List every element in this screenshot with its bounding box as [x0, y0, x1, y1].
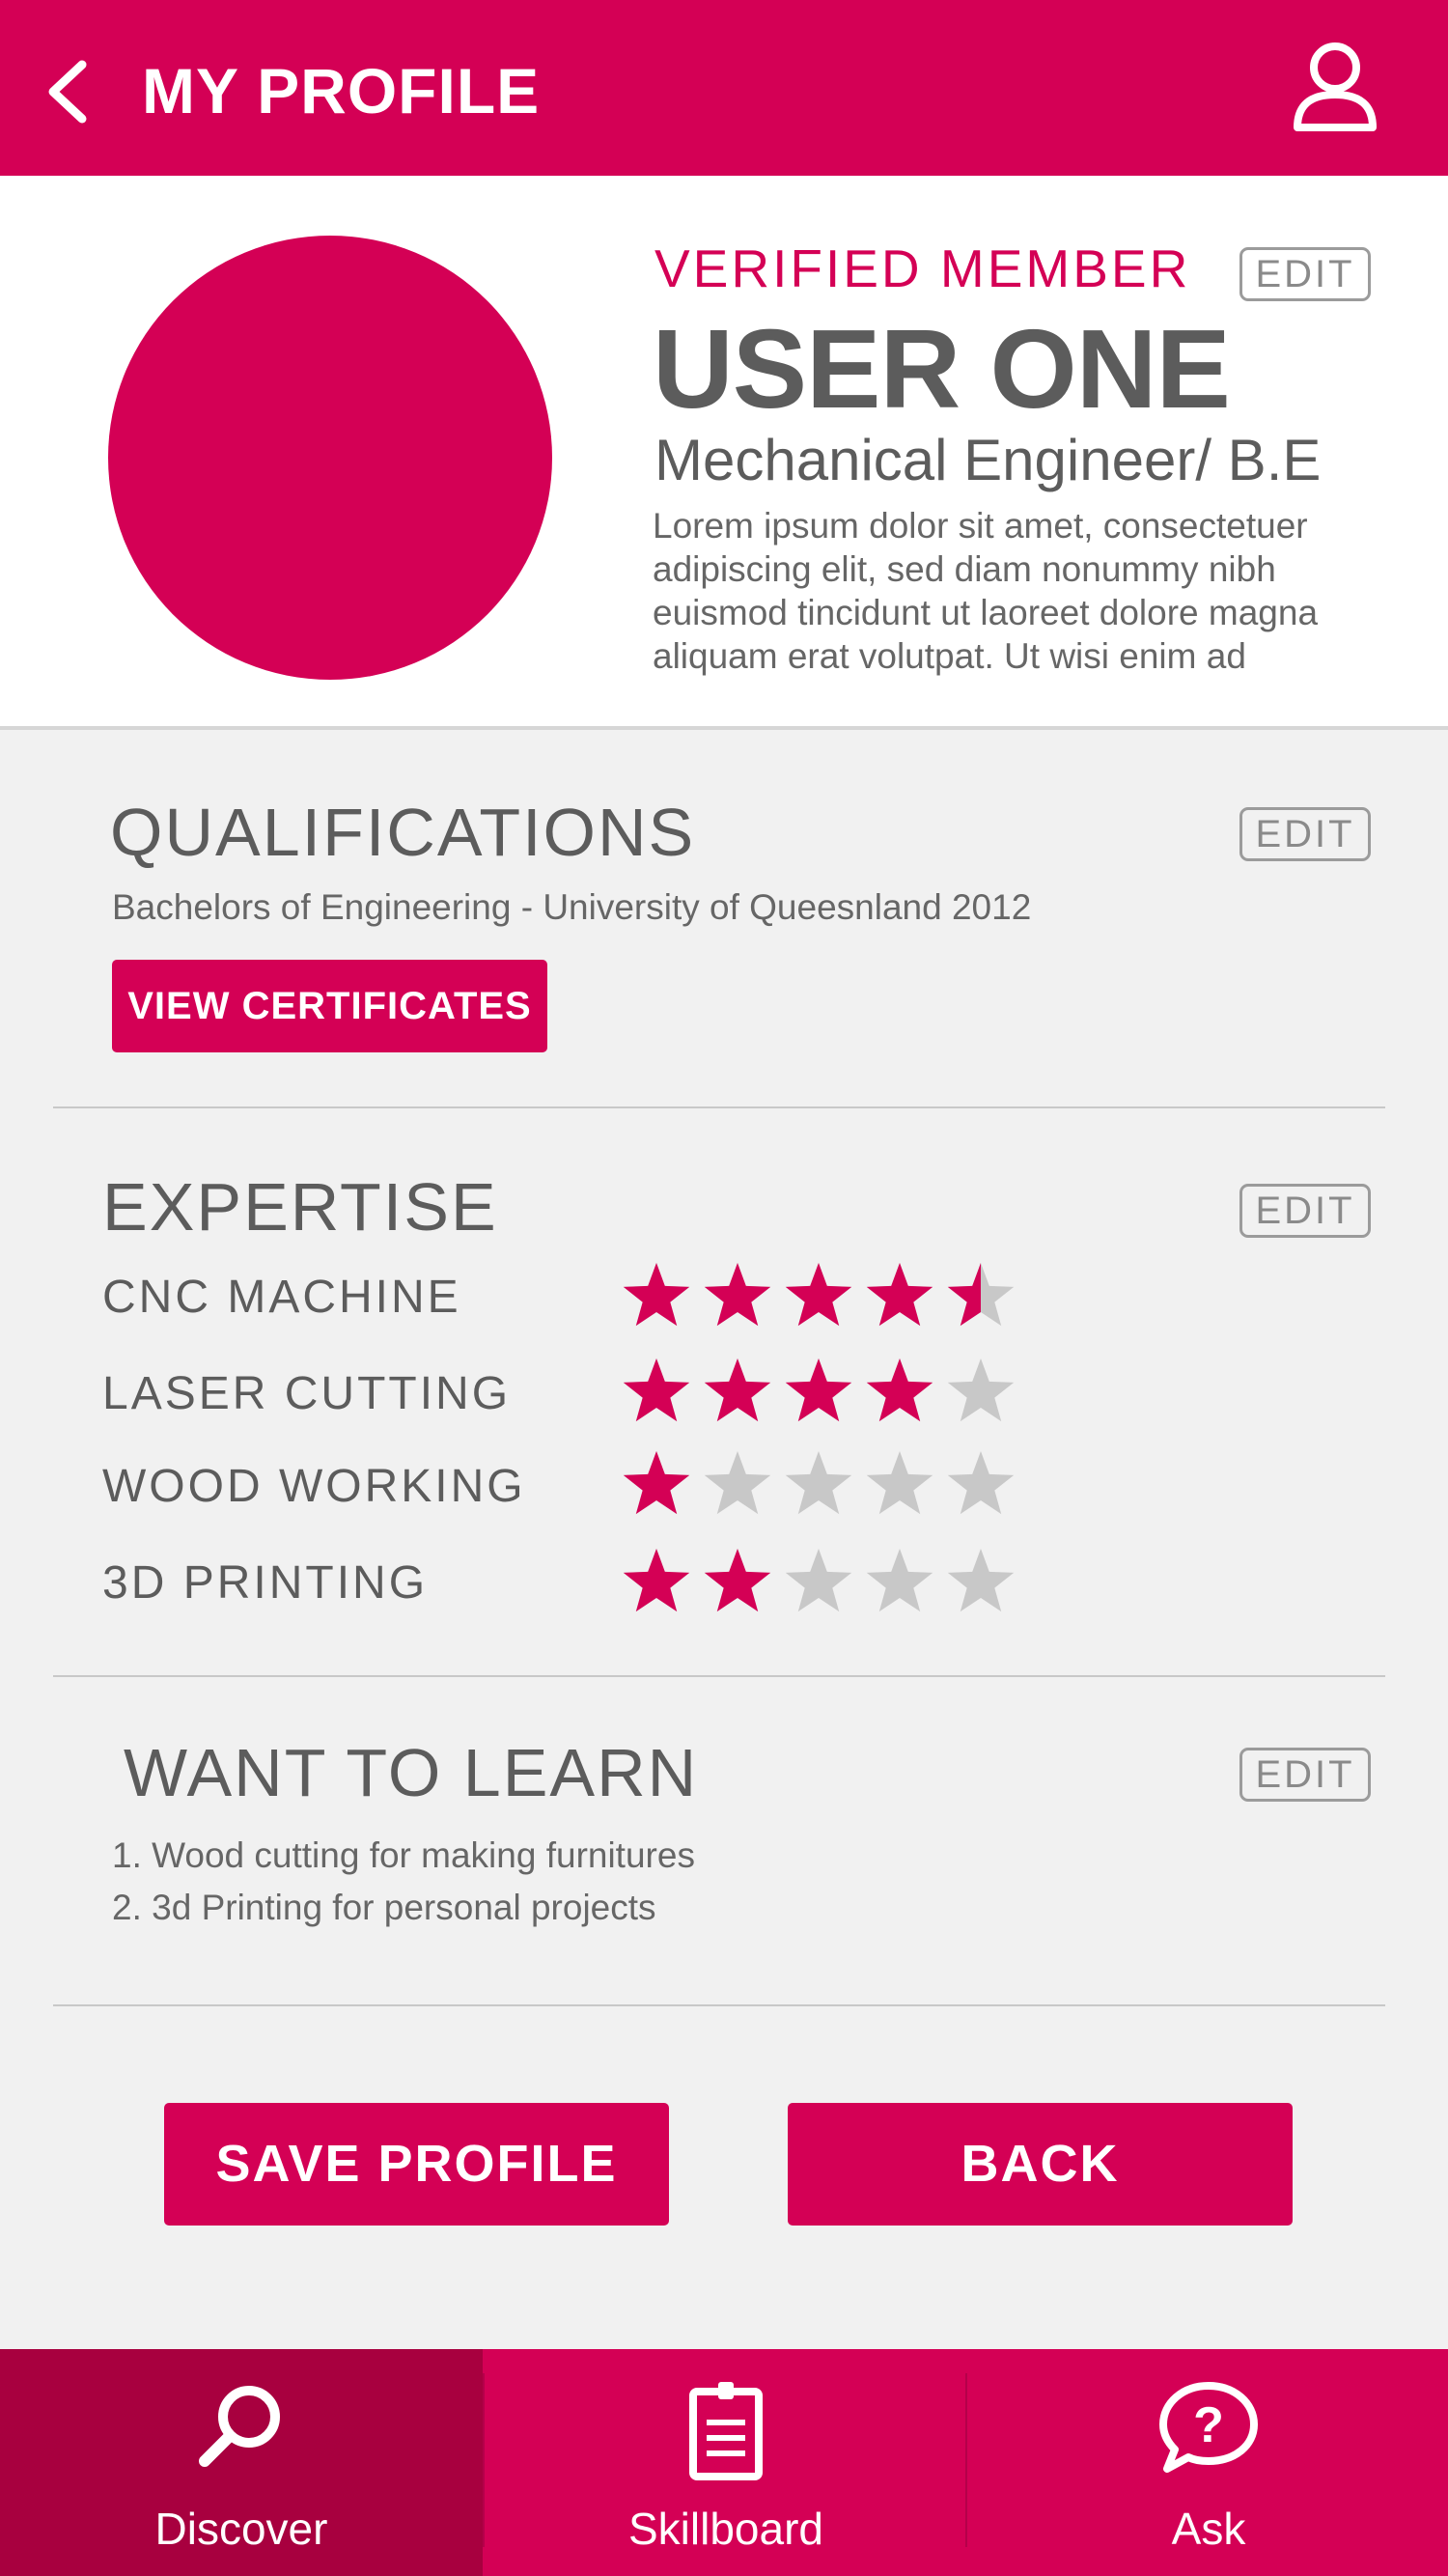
star-icon	[866, 1451, 933, 1515]
divider	[53, 1106, 1385, 1108]
list-item: 2. 3d Printing for personal projects	[112, 1888, 656, 1927]
skill-label: LASER CUTTING	[102, 1368, 512, 1419]
page-title: MY PROFILE	[142, 55, 541, 126]
edit-expertise-button[interactable]: EDIT	[1239, 1184, 1371, 1238]
expertise-title: EXPERTISE	[102, 1169, 498, 1245]
edit-profile-button[interactable]: EDIT	[1239, 247, 1371, 301]
clipboard-icon	[689, 2382, 763, 2480]
save-profile-button[interactable]: SAVE PROFILE	[164, 2103, 669, 2226]
back-button[interactable]: BACK	[788, 2103, 1293, 2226]
user-icon[interactable]	[1290, 39, 1380, 135]
star-rating-laser-cutting[interactable]	[618, 1353, 1023, 1430]
qualification-text: Bachelors of Engineering - University of…	[112, 887, 1032, 927]
star-icon	[623, 1549, 690, 1612]
qualifications-title: QUALIFICATIONS	[110, 795, 696, 870]
star-icon	[866, 1549, 933, 1612]
tab-label: Ask	[1171, 2504, 1246, 2554]
app-header: MY PROFILE	[0, 0, 1448, 176]
skill-label: 3D PRINTING	[102, 1557, 429, 1609]
edit-want-to-learn-button[interactable]: EDIT	[1239, 1748, 1371, 1802]
divider	[53, 2004, 1385, 2006]
view-certificates-button[interactable]: VIEW CERTIFICATES	[112, 960, 547, 1052]
bottom-tab-bar: Discover Skillboard ? Ask	[0, 2349, 1448, 2576]
star-icon	[947, 1358, 1015, 1422]
star-rating-cnc-machine[interactable]	[618, 1257, 1023, 1334]
star-icon	[866, 1263, 933, 1327]
tab-discover[interactable]: Discover	[0, 2349, 483, 2576]
star-icon	[785, 1358, 852, 1422]
star-rating-wood-working[interactable]	[618, 1445, 1023, 1523]
svg-text:?: ?	[1193, 2397, 1224, 2453]
profile-card: VERIFIED MEMBER EDIT USER ONE Mechanical…	[0, 176, 1448, 730]
search-icon	[199, 2386, 280, 2467]
tab-ask[interactable]: ? Ask	[967, 2349, 1448, 2576]
star-icon	[704, 1549, 771, 1612]
star-icon	[623, 1451, 690, 1515]
star-icon	[947, 1451, 1015, 1515]
star-rating-3d-printing[interactable]	[618, 1543, 1023, 1620]
edit-qualifications-button[interactable]: EDIT	[1239, 807, 1371, 861]
tab-label: Discover	[154, 2504, 328, 2554]
star-icon	[785, 1451, 852, 1515]
star-icon	[866, 1358, 933, 1422]
question-bubble-icon: ?	[1159, 2382, 1258, 2473]
star-icon	[947, 1549, 1015, 1612]
star-icon	[704, 1451, 771, 1515]
star-icon	[704, 1358, 771, 1422]
skill-label: WOOD WORKING	[102, 1461, 526, 1512]
star-icon	[623, 1358, 690, 1422]
avatar[interactable]	[108, 236, 552, 680]
verified-member-label: VERIFIED MEMBER	[654, 238, 1191, 298]
tab-skillboard[interactable]: Skillboard	[485, 2349, 967, 2576]
star-icon	[623, 1263, 690, 1327]
star-icon	[704, 1263, 771, 1327]
bio-text: Lorem ipsum dolor sit amet, consectetuer…	[653, 506, 1319, 676]
user-name: USER ONE	[653, 306, 1231, 432]
tab-label: Skillboard	[628, 2504, 823, 2554]
star-icon	[785, 1549, 852, 1612]
skill-label: CNC MACHINE	[102, 1272, 461, 1323]
star-icon	[947, 1263, 1015, 1327]
list-item: 1. Wood cutting for making furnitures	[112, 1835, 695, 1875]
back-chevron-icon[interactable]	[39, 53, 97, 130]
star-icon	[785, 1263, 852, 1327]
divider	[53, 1675, 1385, 1677]
want-to-learn-title: WANT TO LEARN	[124, 1735, 699, 1810]
occupation: Mechanical Engineer/ B.E	[654, 428, 1322, 492]
